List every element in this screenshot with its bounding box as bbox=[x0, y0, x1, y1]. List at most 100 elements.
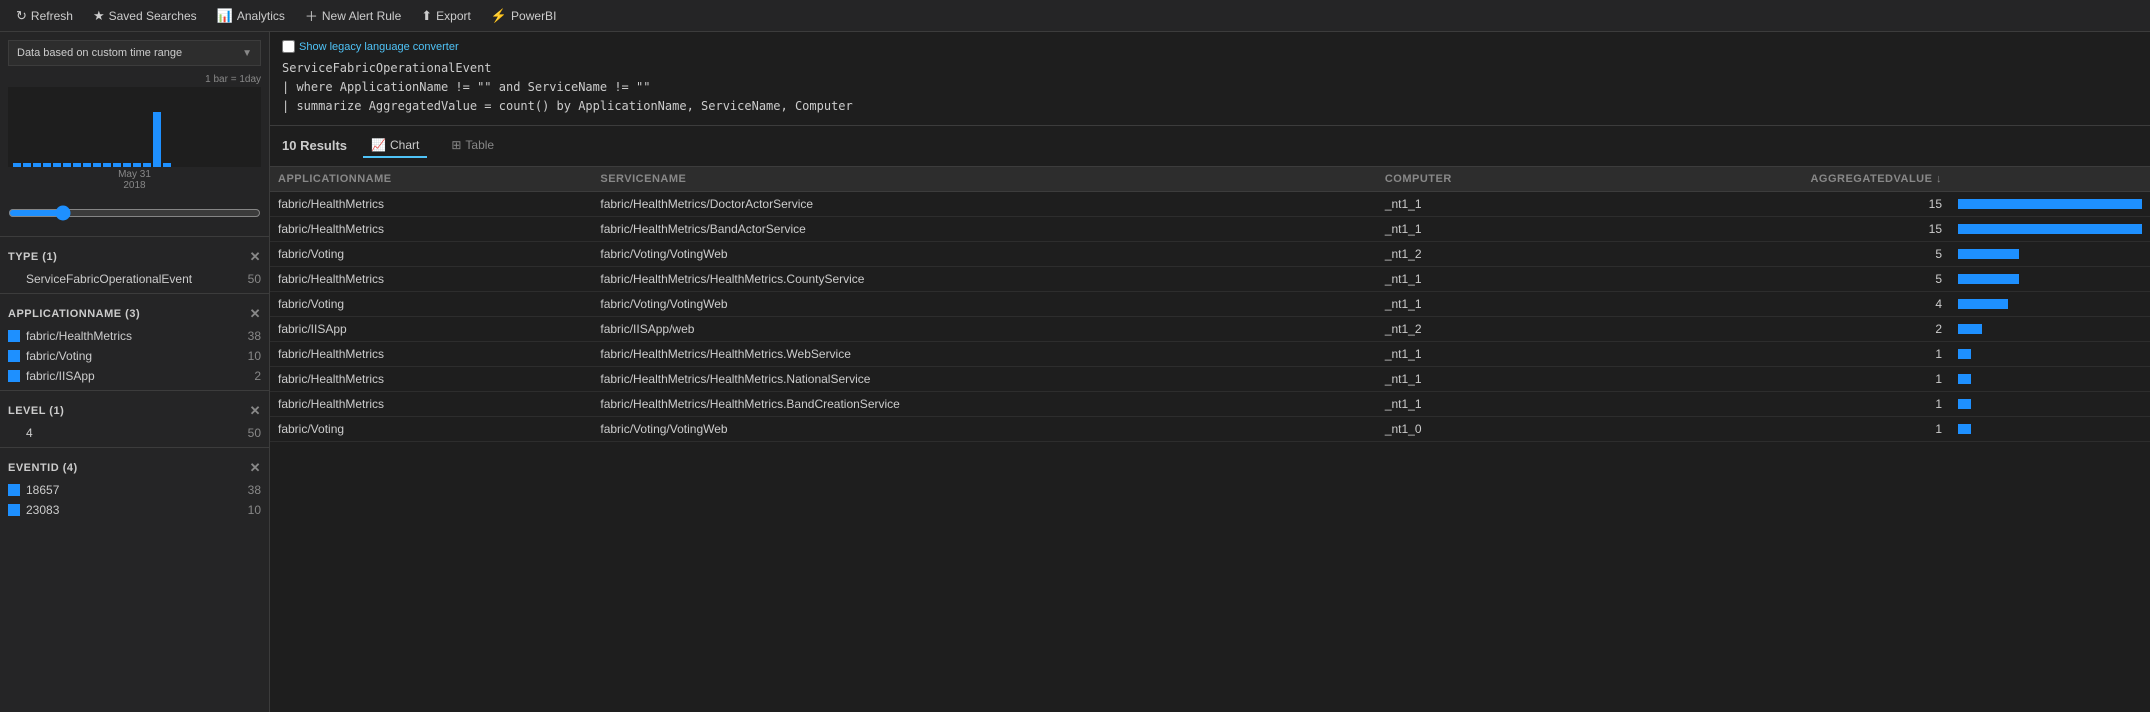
table-row: fabric/HealthMetrics fabric/HealthMetric… bbox=[270, 366, 2150, 391]
histogram-date-label: May 31 2018 bbox=[8, 167, 261, 193]
hist-bar bbox=[73, 163, 81, 167]
cell-bar bbox=[1950, 341, 2150, 366]
cell-servicename: fabric/HealthMetrics/BandActorService bbox=[592, 216, 1376, 241]
cell-servicename: fabric/IISApp/web bbox=[592, 316, 1376, 341]
cell-bar bbox=[1950, 216, 2150, 241]
refresh-icon: ↻ bbox=[16, 8, 27, 24]
legacy-checkbox[interactable] bbox=[282, 40, 295, 53]
cell-bar bbox=[1950, 416, 2150, 441]
table-row: fabric/HealthMetrics fabric/HealthMetric… bbox=[270, 216, 2150, 241]
filter-level-close[interactable]: ✕ bbox=[250, 403, 261, 419]
hist-bar bbox=[103, 163, 111, 167]
filter-eventid-name-2[interactable]: 23083 bbox=[26, 503, 235, 517]
bar-fill bbox=[1958, 349, 1971, 359]
filter-swatch bbox=[8, 504, 20, 516]
hist-bar bbox=[63, 163, 71, 167]
cell-computer: _nt1_0 bbox=[1377, 416, 1583, 441]
filter-eventid-item-1: 18657 38 bbox=[8, 480, 261, 500]
cell-computer: _nt1_1 bbox=[1377, 191, 1583, 216]
cell-applicationname: fabric/Voting bbox=[270, 291, 592, 316]
hist-bar bbox=[143, 163, 151, 167]
legacy-toggle-label: Show legacy language converter bbox=[299, 41, 459, 53]
cell-servicename: fabric/HealthMetrics/HealthMetrics.Natio… bbox=[592, 366, 1376, 391]
divider bbox=[0, 293, 269, 294]
filter-appname-name-2[interactable]: fabric/Voting bbox=[26, 349, 235, 363]
filter-appname-name-3[interactable]: fabric/IISApp bbox=[26, 369, 235, 383]
cell-aggregatedvalue: 2 bbox=[1583, 316, 1950, 341]
cell-aggregatedvalue: 15 bbox=[1583, 216, 1950, 241]
filter-section-type: TYPE (1) ✕ ServiceFabricOperationalEvent… bbox=[0, 241, 269, 289]
bar-fill bbox=[1958, 274, 2019, 284]
filter-swatch bbox=[8, 350, 20, 362]
results-table-wrapper: APPLICATIONNAME SERVICENAME COMPUTER AGG… bbox=[270, 167, 2150, 712]
filter-type-name[interactable]: ServiceFabricOperationalEvent bbox=[8, 272, 241, 286]
cell-aggregatedvalue: 5 bbox=[1583, 241, 1950, 266]
filter-eventid-close[interactable]: ✕ bbox=[250, 460, 261, 476]
hist-bar bbox=[113, 163, 121, 167]
hist-bar bbox=[33, 163, 41, 167]
filter-type-close[interactable]: ✕ bbox=[250, 249, 261, 265]
cell-applicationname: fabric/HealthMetrics bbox=[270, 266, 592, 291]
legacy-toggle[interactable]: Show legacy language converter bbox=[282, 40, 2138, 53]
table-tab-icon: ⊞ bbox=[451, 138, 461, 152]
refresh-button[interactable]: ↻ Refresh bbox=[8, 4, 81, 28]
time-range-selector[interactable]: Data based on custom time range ▼ bbox=[8, 40, 261, 66]
filter-swatch bbox=[8, 484, 20, 496]
filter-appname-count-2: 10 bbox=[241, 349, 261, 363]
powerbi-icon: ⚡ bbox=[491, 8, 507, 24]
cell-aggregatedvalue: 15 bbox=[1583, 191, 1950, 216]
hist-bar bbox=[163, 163, 171, 167]
filter-eventid-name-1[interactable]: 18657 bbox=[26, 483, 235, 497]
time-range-slider[interactable] bbox=[0, 201, 269, 232]
tab-chart[interactable]: 📈 Chart bbox=[363, 134, 427, 158]
hist-bar bbox=[83, 163, 91, 167]
export-icon: ⬆ bbox=[421, 8, 432, 24]
table-header-row: APPLICATIONNAME SERVICENAME COMPUTER AGG… bbox=[270, 167, 2150, 192]
histogram-chart bbox=[8, 87, 261, 167]
filter-appname-item-2: fabric/Voting 10 bbox=[8, 346, 261, 366]
plus-icon: ＋ bbox=[305, 6, 318, 25]
cell-bar bbox=[1950, 366, 2150, 391]
filter-appname-close[interactable]: ✕ bbox=[250, 306, 261, 322]
tab-table[interactable]: ⊞ Table bbox=[443, 134, 502, 158]
cell-bar bbox=[1950, 316, 2150, 341]
bar-fill bbox=[1958, 299, 2008, 309]
filter-section-level: LEVEL (1) ✕ 4 50 bbox=[0, 395, 269, 443]
cell-aggregatedvalue: 1 bbox=[1583, 391, 1950, 416]
query-text[interactable]: ServiceFabricOperationalEvent | where Ap… bbox=[282, 59, 2138, 117]
new-alert-button[interactable]: ＋ New Alert Rule bbox=[297, 2, 409, 29]
cell-aggregatedvalue: 4 bbox=[1583, 291, 1950, 316]
filter-type-item: ServiceFabricOperationalEvent 50 bbox=[8, 269, 261, 289]
chart-tab-icon: 📈 bbox=[371, 138, 386, 152]
table-row: fabric/Voting fabric/Voting/VotingWeb _n… bbox=[270, 291, 2150, 316]
cell-bar bbox=[1950, 266, 2150, 291]
hist-bar bbox=[53, 163, 61, 167]
histogram-bar-label: 1 bar = 1day bbox=[8, 74, 261, 85]
histogram-section: 1 bar = 1day May 3 bbox=[0, 74, 269, 201]
filter-level-name[interactable]: 4 bbox=[8, 426, 241, 440]
divider bbox=[0, 236, 269, 237]
range-slider-input[interactable] bbox=[8, 205, 261, 221]
results-area: 10 Results 📈 Chart ⊞ Table APPLICATIONNA… bbox=[270, 126, 2150, 712]
export-button[interactable]: ⬆ Export bbox=[413, 4, 479, 28]
cell-aggregatedvalue: 5 bbox=[1583, 266, 1950, 291]
filter-appname-header: APPLICATIONNAME (3) ✕ bbox=[8, 298, 261, 326]
powerbi-button[interactable]: ⚡ PowerBI bbox=[483, 4, 565, 28]
filter-swatch bbox=[8, 330, 20, 342]
cell-servicename: fabric/Voting/VotingWeb bbox=[592, 416, 1376, 441]
cell-applicationname: fabric/Voting bbox=[270, 241, 592, 266]
hist-bar-tall bbox=[153, 112, 161, 167]
filter-section-eventid: EVENTID (4) ✕ 18657 38 23083 10 bbox=[0, 452, 269, 520]
cell-applicationname: fabric/HealthMetrics bbox=[270, 191, 592, 216]
cell-computer: _nt1_1 bbox=[1377, 366, 1583, 391]
bar-fill bbox=[1958, 424, 1971, 434]
cell-computer: _nt1_1 bbox=[1377, 291, 1583, 316]
table-row: fabric/HealthMetrics fabric/HealthMetric… bbox=[270, 341, 2150, 366]
analytics-button[interactable]: 📊 Analytics bbox=[209, 4, 293, 28]
cell-applicationname: fabric/HealthMetrics bbox=[270, 341, 592, 366]
filter-appname-name-1[interactable]: fabric/HealthMetrics bbox=[26, 329, 235, 343]
bar-fill bbox=[1958, 224, 2142, 234]
filter-swatch bbox=[8, 370, 20, 382]
cell-computer: _nt1_1 bbox=[1377, 391, 1583, 416]
saved-searches-button[interactable]: ★ Saved Searches bbox=[85, 4, 205, 28]
